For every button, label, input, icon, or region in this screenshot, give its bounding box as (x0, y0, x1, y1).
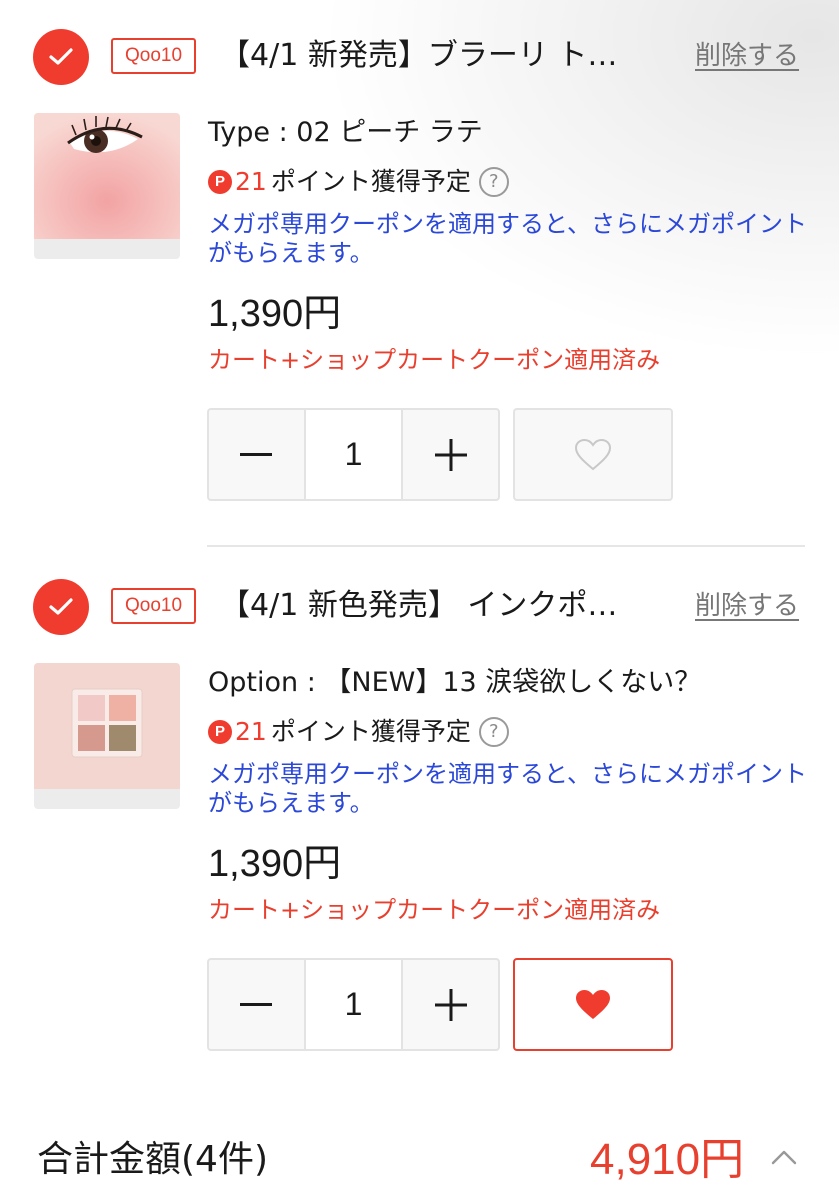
shop-badge: Qoo10 (111, 38, 196, 74)
item-price: 1,390円 (208, 293, 342, 335)
coupon-applied-text: カート+ショップカートクーポン適用済み (208, 346, 661, 374)
checkmark-icon (49, 598, 73, 615)
option-text: Type : 02 ピーチ ラテ (208, 117, 483, 148)
total-amount: 4,910円 (590, 1135, 745, 1184)
points-label: ポイント獲得予定 (270, 717, 471, 746)
points-value: 21 (235, 167, 267, 196)
points-icon: P (208, 720, 232, 744)
points-value: 21 (235, 717, 267, 746)
item-price: 1,390円 (208, 843, 342, 885)
item-divider (207, 545, 805, 547)
product-thumbnail[interactable] (34, 113, 180, 259)
plus-icon (434, 438, 467, 471)
increase-button[interactable] (403, 960, 498, 1049)
shop-badge: Qoo10 (111, 588, 196, 624)
points-row: P 21 ポイント獲得予定 ? (208, 714, 509, 750)
coupon-applied-text: カート+ショップカートクーポン適用済み (208, 896, 661, 924)
favorite-button[interactable] (513, 958, 673, 1051)
item-checkbox[interactable] (33, 29, 89, 85)
checkmark-icon (49, 48, 73, 65)
heart-filled-icon (576, 989, 610, 1019)
item-checkbox[interactable] (33, 579, 89, 635)
quantity-stepper: 1 (207, 958, 500, 1051)
plus-icon (434, 988, 467, 1021)
megapoint-link[interactable]: メガポ専用クーポンを適用すると、さらにメガポイントがもらえます。 (208, 210, 808, 268)
eye-closeup-image (34, 113, 180, 239)
total-label: 合計金額(4件) (37, 1139, 268, 1180)
points-icon: P (208, 170, 232, 194)
megapoint-link[interactable]: メガポ専用クーポンを適用すると、さらにメガポイントがもらえます。 (208, 760, 808, 818)
item-title[interactable]: 【4/1 新発売】ブラーリ ト… (220, 34, 660, 78)
help-icon[interactable]: ? (478, 167, 509, 197)
item-title[interactable]: 【4/1 新色発売】 インクポ… (220, 584, 660, 628)
heart-outline-icon (574, 438, 612, 470)
minus-icon (240, 452, 273, 456)
quantity-value[interactable]: 1 (303, 410, 404, 499)
product-thumbnail[interactable] (34, 663, 180, 809)
points-row: P 21 ポイント獲得予定 ? (208, 164, 509, 200)
favorite-button[interactable] (513, 408, 673, 501)
eyeshadow-palette-image (34, 663, 180, 789)
decrease-button[interactable] (209, 960, 304, 1049)
decrease-button[interactable] (209, 410, 304, 499)
quantity-value[interactable]: 1 (303, 960, 404, 1049)
help-icon[interactable]: ? (478, 717, 509, 747)
chevron-up-icon[interactable] (769, 1148, 799, 1170)
quantity-stepper: 1 (207, 408, 500, 501)
minus-icon (240, 1002, 273, 1006)
delete-link[interactable]: 削除する (695, 37, 799, 75)
delete-link[interactable]: 削除する (695, 587, 799, 625)
points-label: ポイント獲得予定 (270, 167, 471, 196)
option-text: Option : 【NEW】13 涙袋欲しくない？ (208, 667, 702, 698)
increase-button[interactable] (403, 410, 498, 499)
